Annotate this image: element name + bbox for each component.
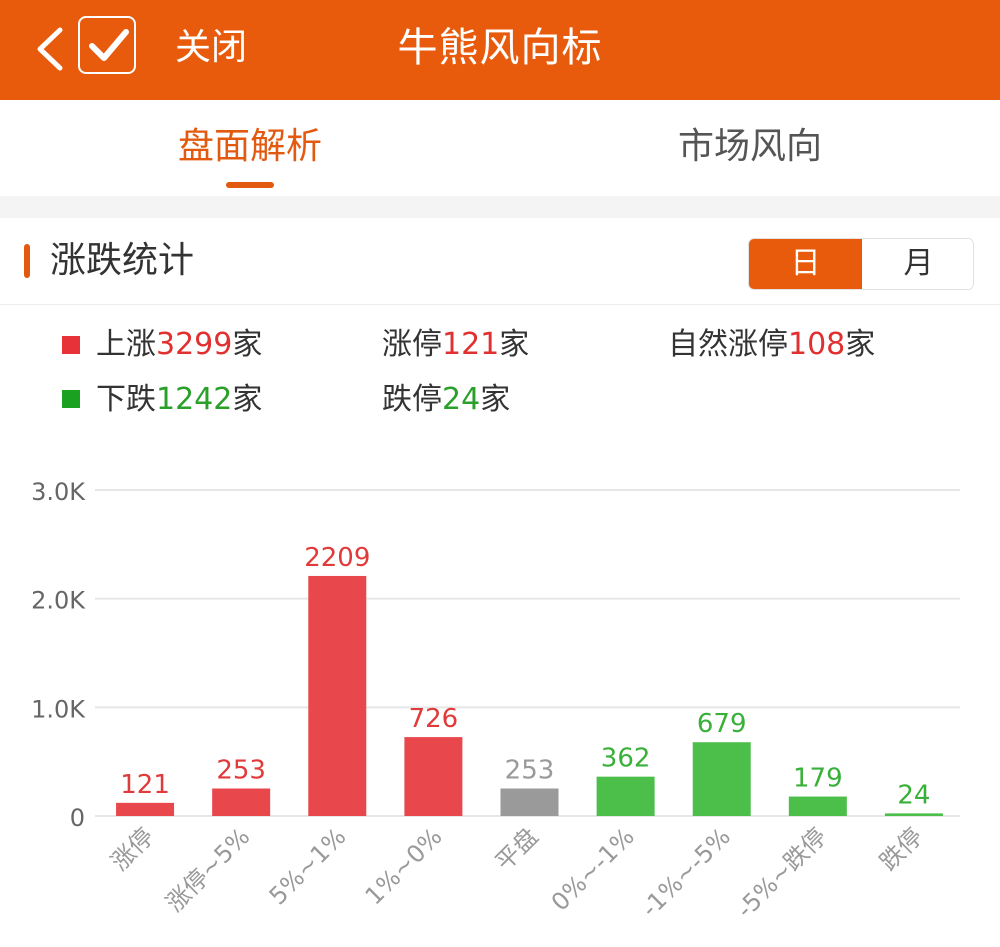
stat-natural-limit-up-label: 自然涨停 [668,327,788,362]
bar [212,788,271,816]
bar [692,742,751,816]
x-tick-label: 1%~0% [360,822,448,910]
stat-fall-unit: 家 [232,382,263,417]
stat-limit-down-label: 跌停 [382,382,442,417]
x-tick-label: -5%~跌停 [731,822,832,923]
tab-market-analysis[interactable]: 盘面解析 [100,124,400,170]
bar [788,796,847,816]
stat-limit-down: 跌停24家 [382,380,510,420]
section-title: 涨跌统计 [50,240,195,281]
y-tick-label: 2.0K [31,587,86,615]
stat-rise-label: 上涨 [96,327,156,362]
stat-limit-up-unit: 家 [499,327,530,362]
stat-fall-value: 1242 [156,382,233,417]
bar [884,813,943,816]
toggle-day-button[interactable]: 日 [749,239,862,289]
x-tick-label: -1%~-5% [636,822,736,922]
section-divider [0,196,1000,218]
stat-limit-up: 涨停121家 [382,325,529,365]
toggle-month-button[interactable]: 月 [862,239,973,289]
bar [308,575,367,816]
x-tick-label: 5%~1% [264,822,352,910]
bar [116,802,175,816]
bar [404,737,463,816]
stat-rise: 上涨3299家 [96,325,262,365]
section-header: 涨跌统计 日 月 [0,218,1000,305]
stat-rise-value: 3299 [156,327,233,362]
stat-limit-up-value: 121 [442,327,500,362]
y-tick-label: 3.0K [31,478,86,506]
tab-market-trend[interactable]: 市场风向 [600,124,900,170]
top-bar: 关闭 牛熊风向标 [0,0,1000,100]
bar-value-label: 679 [697,709,747,739]
bar [596,776,655,816]
stat-limit-down-value: 24 [442,382,481,417]
bar-value-label: 121 [120,770,170,800]
bar-value-label: 2209 [304,543,370,573]
stats-panel: 上涨3299家 涨停121家 自然涨停108家 下跌1242家 跌停24家 [0,310,1000,430]
section-accent-bar [24,244,30,278]
bar-value-label: 726 [409,704,459,734]
tab-bar: 盘面解析 市场风向 [0,100,1000,196]
bar-value-label: 24 [897,780,930,810]
x-tick-label: 0%~-1% [546,822,640,916]
bar-value-label: 179 [793,764,843,794]
x-tick-label: 涨停~5% [161,822,256,917]
stat-natural-limit-up: 自然涨停108家 [668,325,875,365]
tab-active-indicator [226,182,274,188]
x-tick-label: 平盘 [490,822,544,876]
y-tick-label: 1.0K [31,695,86,723]
stat-limit-down-unit: 家 [480,382,511,417]
stat-fall: 下跌1242家 [96,380,262,420]
bar [500,788,559,816]
bar-value-label: 253 [505,756,555,786]
bar-value-label: 362 [601,744,651,774]
period-toggle: 日 月 [748,238,974,290]
x-tick-label: 跌停 [874,822,928,876]
stat-rise-unit: 家 [232,327,263,362]
bar-value-label: 253 [216,756,266,786]
rise-legend-square [62,336,80,354]
stat-limit-up-label: 涨停 [382,327,442,362]
stat-natural-limit-up-value: 108 [788,327,846,362]
y-tick-label: 0 [70,804,85,832]
x-tick-label: 涨停 [106,822,160,876]
stat-natural-limit-up-unit: 家 [845,327,876,362]
rise-fall-bar-chart: 0 1.0K 2.0K 3.0K 121 涨停 253 涨停~5% 2209 5%~1% 726 1%… [31,478,960,923]
page-title: 牛熊风向标 [397,25,603,71]
stat-fall-label: 下跌 [96,382,156,417]
fall-legend-square [62,390,80,408]
